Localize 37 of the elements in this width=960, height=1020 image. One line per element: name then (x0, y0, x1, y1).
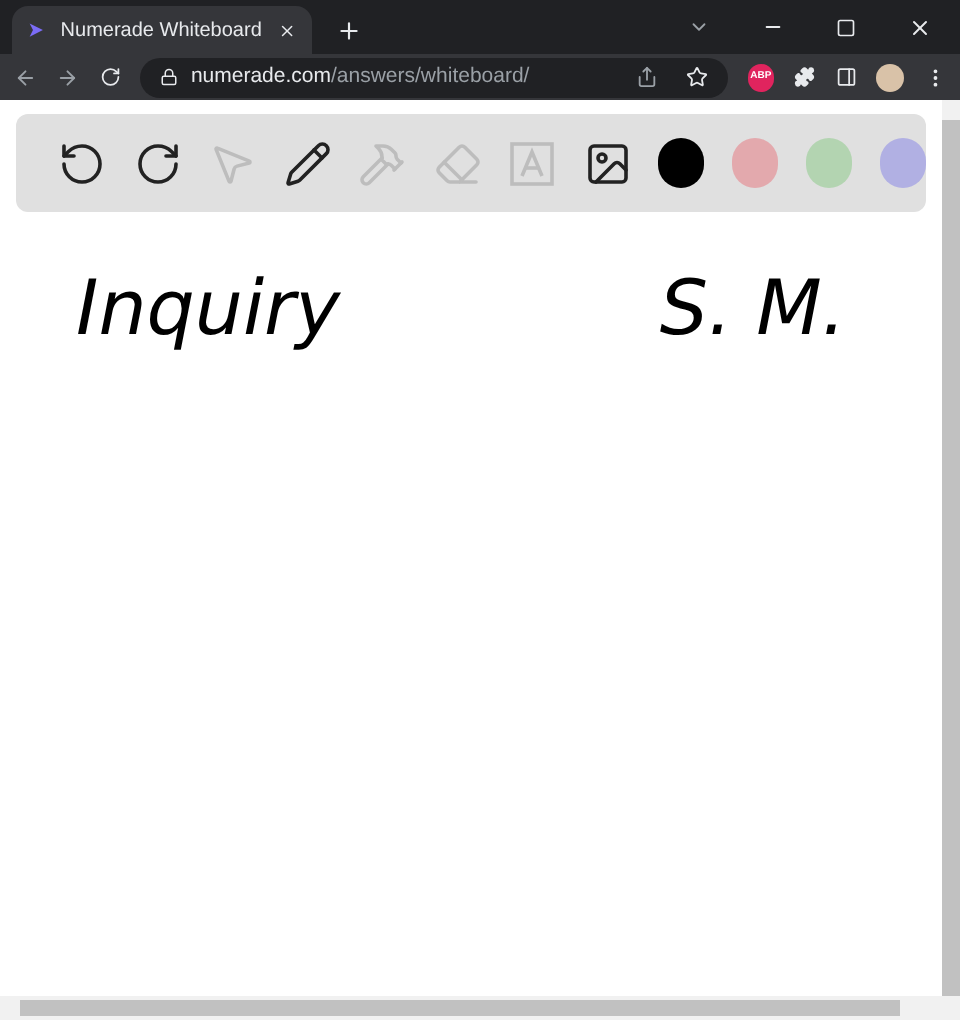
close-icon[interactable] (908, 15, 932, 39)
color-swatch[interactable] (731, 138, 779, 188)
color-swatch[interactable] (879, 138, 926, 188)
reload-icon[interactable] (99, 66, 121, 88)
eraser-icon (433, 139, 481, 187)
tab-title: Numerade Whiteboard (60, 17, 262, 45)
share-icon[interactable] (635, 66, 658, 88)
url-field[interactable]: numerade.com/answers/whiteboard/ (140, 57, 728, 97)
handwritten-text: Inquiry (76, 262, 341, 356)
forward-icon[interactable] (56, 65, 80, 89)
horizontal-scrollbar[interactable] (0, 996, 960, 1020)
url-text: numerade.com/answers/whiteboard/ (190, 61, 532, 92)
lock-icon (160, 68, 179, 86)
puzzle-icon[interactable] (794, 66, 816, 88)
redo-icon (133, 139, 181, 187)
color-swatch[interactable] (805, 138, 853, 188)
logo-icon (28, 20, 45, 40)
side-panel-icon[interactable] (835, 66, 857, 88)
scroll-thumb[interactable] (20, 1000, 900, 1016)
new-tab-icon[interactable] (336, 18, 362, 44)
pencil-icon (283, 139, 331, 187)
canvas[interactable]: Inquiry S. M. (0, 212, 942, 996)
handwritten-text: S. M. (659, 262, 846, 356)
pencil-tool-button[interactable] (283, 139, 331, 187)
image-tool-button[interactable] (583, 139, 631, 187)
maximize-icon[interactable] (836, 17, 856, 37)
undo-icon (58, 139, 106, 187)
star-icon[interactable] (685, 66, 708, 88)
browser-tab[interactable]: Numerade Whiteboard (12, 6, 312, 54)
back-icon[interactable] (14, 65, 37, 89)
text-tool-icon (508, 139, 556, 187)
hammer-icon (358, 139, 406, 187)
redo-tool-button[interactable] (133, 139, 181, 187)
color-swatch[interactable] (658, 138, 705, 188)
undo-tool-button[interactable] (58, 139, 106, 187)
avatar[interactable] (876, 63, 904, 91)
image-icon (583, 139, 631, 187)
